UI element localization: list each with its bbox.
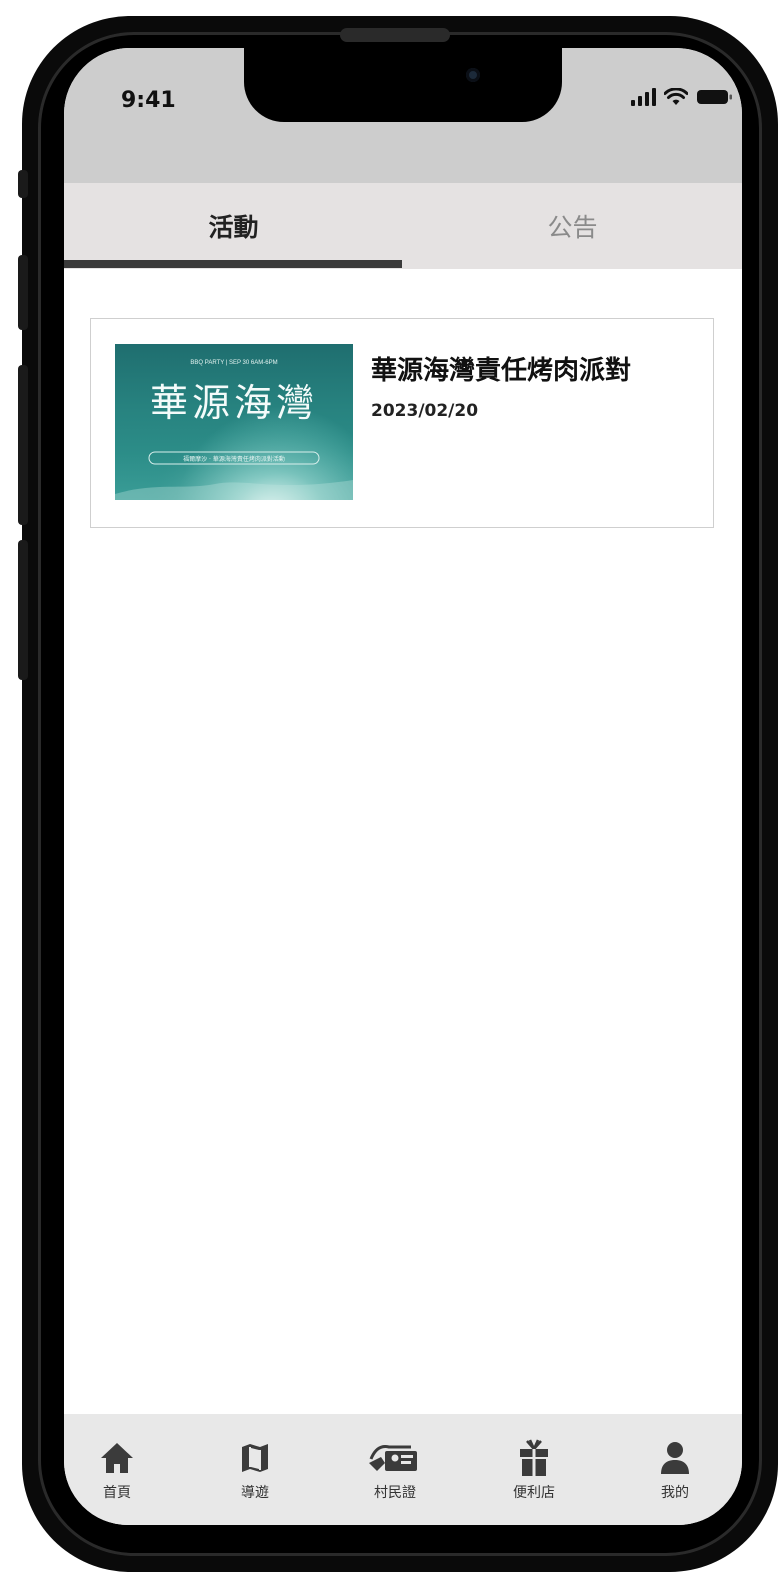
activity-card[interactable]: BBQ PARTY | SEP 30 6AM-6PM 華源海灣 福爾摩沙 · 華… <box>90 318 714 528</box>
home-icon <box>99 1438 135 1478</box>
wifi-icon <box>664 88 688 105</box>
nav-guide[interactable]: 導遊 <box>205 1414 305 1525</box>
bottom-nav: 首頁 導遊 村民證 便利店 我的 <box>64 1414 742 1525</box>
status-bar: 9:41 <box>64 48 742 183</box>
status-icons <box>631 88 734 106</box>
nav-profile-label: 我的 <box>661 1485 689 1501</box>
side-button <box>18 540 28 680</box>
nav-profile[interactable]: 我的 <box>625 1414 725 1525</box>
speaker-slot <box>340 28 450 42</box>
thumbnail-graphic: BBQ PARTY | SEP 30 6AM-6PM 華源海灣 福爾摩沙 · 華… <box>115 344 353 500</box>
id-card-icon <box>367 1438 423 1478</box>
activity-date: 2023/02/20 <box>371 401 479 421</box>
status-time: 9:41 <box>121 88 176 113</box>
signal-icon <box>631 88 656 106</box>
user-icon <box>658 1438 692 1478</box>
app-screen: 9:41 活動 公告 BBQ PARTY | SEP 30 6AM-6PM 華源… <box>64 48 742 1525</box>
nav-villager-id-label: 村民證 <box>374 1485 416 1501</box>
volume-up-button <box>18 255 28 330</box>
tab-announcements[interactable]: 公告 <box>403 183 742 269</box>
camera-icon <box>466 68 480 82</box>
nav-store-label: 便利店 <box>513 1485 555 1501</box>
activity-thumbnail: BBQ PARTY | SEP 30 6AM-6PM 華源海灣 福爾摩沙 · 華… <box>115 344 353 500</box>
nav-store[interactable]: 便利店 <box>484 1414 584 1525</box>
battery-icon <box>697 90 732 104</box>
gift-icon <box>517 1438 551 1478</box>
nav-home-label: 首頁 <box>103 1485 131 1501</box>
silent-switch <box>18 170 28 198</box>
nav-home[interactable]: 首頁 <box>67 1414 167 1525</box>
nav-villager-id[interactable]: 村民證 <box>345 1414 445 1525</box>
activity-title: 華源海灣責任烤肉派對 <box>371 356 632 386</box>
thumbnail-headline: 華源海灣 <box>150 381 318 425</box>
tab-bar: 活動 公告 <box>64 183 742 269</box>
notch <box>244 48 562 122</box>
tab-active-indicator <box>64 260 402 268</box>
tab-activities[interactable]: 活動 <box>64 183 403 269</box>
nav-guide-label: 導遊 <box>241 1485 269 1501</box>
thumbnail-top-text: BBQ PARTY | SEP 30 6AM-6PM <box>190 360 277 366</box>
map-icon <box>238 1438 272 1478</box>
activity-list: BBQ PARTY | SEP 30 6AM-6PM 華源海灣 福爾摩沙 · 華… <box>64 269 742 1414</box>
thumbnail-sub-text: 福爾摩沙 · 華源海灣責任烤肉派對活動 <box>183 455 285 463</box>
volume-down-button <box>18 365 28 525</box>
